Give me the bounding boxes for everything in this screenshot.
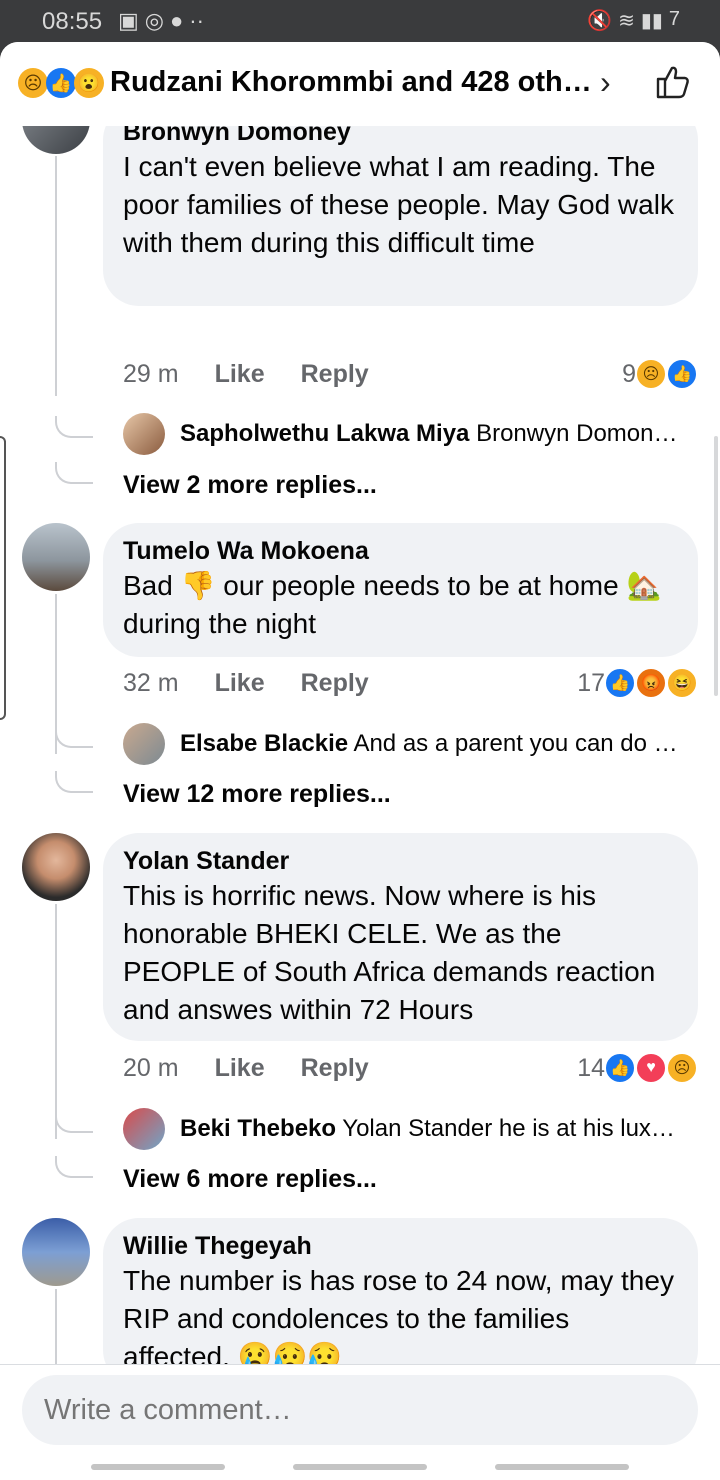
like-link[interactable]: Like [215,669,265,698]
reply-text: Bronwyn Domon… [476,420,678,447]
more-dots-icon: ·· [189,8,204,33]
like-reaction-icon: 👍 [604,667,636,699]
reaction-count[interactable]: 17 👍 😡 😆 [577,667,698,699]
reply-connector [55,462,93,484]
nav-recents-handle[interactable] [495,1464,629,1470]
reply-connector [55,1156,93,1178]
view-more-replies[interactable]: View 2 more replies... [123,471,377,500]
edge-panel-handle[interactable] [0,436,6,720]
reply-link[interactable]: Reply [301,1054,369,1083]
notification-icons: ▣ ◎ ● ·· [118,8,204,34]
scrollbar[interactable] [714,436,718,696]
comment-actions: 20 m Like Reply [123,1054,369,1083]
nav-back-handle[interactable] [91,1464,225,1470]
reply-author: Beki Thebeko [180,1115,337,1142]
avatar[interactable] [22,523,90,591]
reply-preview[interactable]: Beki Thebeko Yolan Stander he is at his … [180,1115,692,1143]
signal-icon: ▮▮ [640,10,663,32]
haha-reaction-icon: 😆 [666,667,698,699]
like-reaction-icon: 👍 [666,358,698,390]
reaction-count-value: 14 [577,1053,605,1082]
battery-icon: 7 [668,8,680,30]
like-link[interactable]: Like [215,1054,265,1083]
sad-reaction-icon: ☹ [666,1052,698,1084]
view-more-replies[interactable]: View 6 more replies... [123,1165,377,1194]
reaction-count-value: 17 [577,668,605,697]
system-icons: 🔇 ≋ ▮▮ 7 [587,8,680,33]
angry-reaction-icon: 😡 [635,667,667,699]
comment-author[interactable]: Bronwyn Domoney [123,126,678,148]
comments-list[interactable]: Bronwyn Domoney I can't even believe wha… [0,126,720,1364]
status-time: 08:55 [42,8,103,35]
comment-text: I can't even believe what I am reading. … [123,151,674,258]
comment-bubble[interactable]: Tumelo Wa Mokoena Bad 👎 our people needs… [103,523,698,657]
reply-avatar[interactable] [123,413,165,455]
gallery-icon: ▣ [118,8,139,33]
wow-reaction-icon: 😮 [74,68,104,98]
reply-author: Sapholwethu Lakwa Miya [180,420,470,447]
reply-connector [55,771,93,793]
reply-preview[interactable]: Sapholwethu Lakwa Miya Bronwyn Domon… [180,420,692,448]
whatsapp-icon: ◎ [144,8,164,33]
reply-text: Yolan Stander he is at his lux… [342,1115,675,1142]
comment-author[interactable]: Willie Thegeyah [123,1230,678,1262]
reply-avatar[interactable] [123,1108,165,1150]
reply-preview[interactable]: Elsabe Blackie And as a parent you can d… [180,730,692,758]
comment-author[interactable]: Yolan Stander [123,845,678,877]
comment-text: This is horrific news. Now where is his … [123,880,656,1025]
crying-emojis: 😢😥😥 [237,1341,343,1364]
chevron-right-icon[interactable]: › [600,64,611,101]
reply-connector [55,416,93,438]
thread-line [55,156,57,396]
reply-link[interactable]: Reply [301,669,369,698]
sad-reaction-icon: ☹ [18,68,48,98]
reply-author: Elsabe Blackie [180,730,349,757]
reply-connector [55,1111,93,1133]
house-emoji: 🏡 [626,570,662,601]
like-reaction-icon: 👍 [46,68,76,98]
sad-reaction-icon: ☹ [635,358,667,390]
reply-avatar[interactable] [123,723,165,765]
reply-link[interactable]: Reply [301,360,369,389]
comment-bubble[interactable]: Bronwyn Domoney I can't even believe wha… [103,126,698,306]
comment-actions: 29 m Like Reply [123,360,369,389]
comment-bubble[interactable]: Yolan Stander This is horrific news. Now… [103,833,698,1041]
comment-author[interactable]: Tumelo Wa Mokoena [123,535,678,567]
comment-input[interactable] [22,1375,698,1445]
comment-text: Bad 👎 our people needs to be at home 🏡 d… [123,570,662,639]
reactions-summary[interactable]: Rudzani Khorommbi and 428 oth… [110,66,592,99]
like-link[interactable]: Like [215,360,265,389]
like-reaction-icon: 👍 [604,1052,636,1084]
status-bar: 08:55 ▣ ◎ ● ·· 🔇 ≋ ▮▮ 7 [0,0,720,44]
comment-actions: 32 m Like Reply [123,669,369,698]
reaction-icons: ☹ 👍 😮 [18,68,104,98]
comment-time: 32 m [123,669,179,697]
view-more-replies[interactable]: View 12 more replies... [123,780,391,809]
thread-line [55,904,57,1139]
reaction-count-value: 9 [622,359,636,388]
avatar[interactable] [22,126,90,154]
love-reaction-icon: ♥ [635,1052,667,1084]
avatar[interactable] [22,833,90,901]
like-button-icon[interactable] [652,62,692,102]
mute-icon: 🔇 [587,10,613,32]
avatar[interactable] [22,1218,90,1286]
comment-text: The number is has rose to 24 now, may th… [123,1262,678,1364]
thumbs-down-emoji: 👎 [180,570,216,601]
comment-time: 20 m [123,1054,179,1082]
navigation-bar [0,1458,720,1480]
reply-text: And as a parent you can do … [353,730,678,757]
reply-connector [55,726,93,748]
reaction-count[interactable]: 14 👍 ♥ ☹ [577,1052,698,1084]
comment-bubble[interactable]: Willie Thegeyah The number is has rose t… [103,1218,698,1364]
wifi-icon: ≋ [618,10,635,32]
reaction-count[interactable]: 9 ☹ 👍 [622,358,698,390]
messenger-icon: ● [170,8,184,33]
comments-sheet: ☹ 👍 😮 Rudzani Khorommbi and 428 oth… › B… [0,42,720,1480]
nav-home-handle[interactable] [293,1464,427,1470]
comment-time: 29 m [123,360,179,388]
thread-line [55,1289,57,1364]
reactions-header[interactable]: ☹ 👍 😮 Rudzani Khorommbi and 428 oth… › [0,42,720,126]
